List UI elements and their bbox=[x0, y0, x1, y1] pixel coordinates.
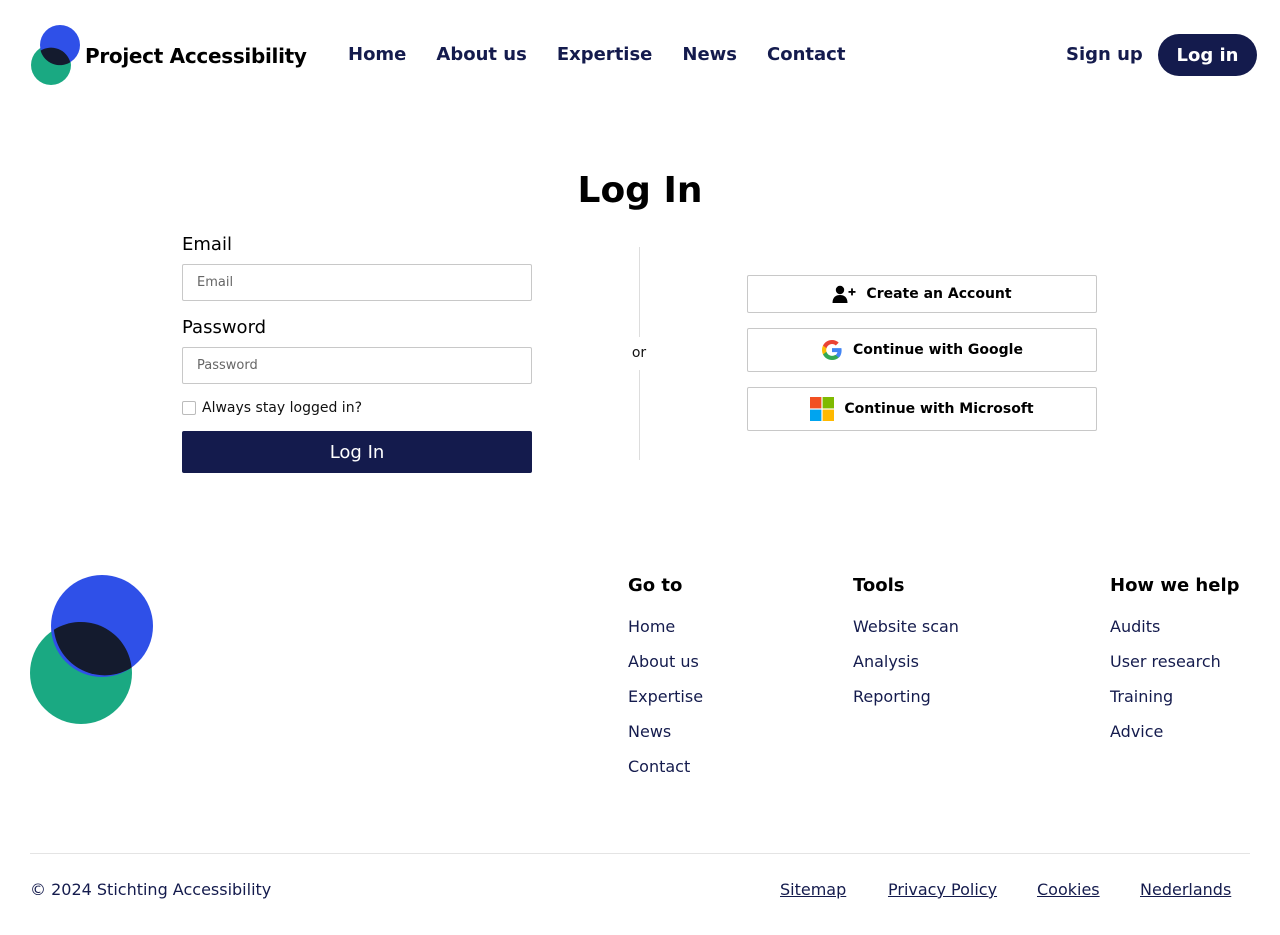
email-label: Email bbox=[182, 234, 232, 255]
microsoft-label: Continue with Microsoft bbox=[844, 401, 1034, 417]
password-label: Password bbox=[182, 317, 267, 338]
footer-link-contact[interactable]: Contact bbox=[628, 757, 703, 792]
nav-expertise[interactable]: Expertise bbox=[557, 44, 653, 65]
login-form: Email Password Always stay logged in? Lo… bbox=[182, 234, 532, 473]
user-plus-icon bbox=[832, 284, 856, 304]
google-label: Continue with Google bbox=[853, 342, 1023, 358]
logo-mark-icon bbox=[30, 25, 82, 85]
footer-link-advice[interactable]: Advice bbox=[1110, 722, 1240, 757]
footer-column-tools: Tools Website scan Analysis Reporting bbox=[853, 575, 959, 722]
logo-text[interactable]: Project Accessibility bbox=[85, 44, 307, 68]
footer-link-about-us[interactable]: About us bbox=[628, 652, 703, 687]
footer-link-audits[interactable]: Audits bbox=[1110, 617, 1240, 652]
footer-link-home[interactable]: Home bbox=[628, 617, 703, 652]
sign-up-link[interactable]: Sign up bbox=[1066, 44, 1143, 65]
create-account-button[interactable]: Create an Account bbox=[747, 275, 1097, 313]
footer-link-training[interactable]: Training bbox=[1110, 687, 1240, 722]
log-in-submit-button[interactable]: Log In bbox=[182, 431, 532, 473]
or-separator: or bbox=[631, 345, 647, 361]
divider-line-top bbox=[639, 247, 640, 337]
sitemap-link[interactable]: Sitemap bbox=[780, 880, 846, 899]
footer-link-user-research[interactable]: User research bbox=[1110, 652, 1240, 687]
footer-link-reporting[interactable]: Reporting bbox=[853, 687, 959, 722]
footer-column-how-we-help: How we help Audits User research Trainin… bbox=[1110, 575, 1240, 757]
site-logo[interactable] bbox=[30, 25, 82, 85]
footer-link-expertise[interactable]: Expertise bbox=[628, 687, 703, 722]
remember-me-checkbox[interactable] bbox=[182, 401, 196, 415]
copyright-text: © 2024 Stichting Accessibility bbox=[30, 880, 272, 899]
footer-link-website-scan[interactable]: Website scan bbox=[853, 617, 959, 652]
divider-line-bottom bbox=[639, 370, 640, 460]
google-g-icon bbox=[821, 339, 843, 361]
privacy-policy-link[interactable]: Privacy Policy bbox=[888, 880, 997, 899]
cookies-link[interactable]: Cookies bbox=[1037, 880, 1100, 899]
footer-link-news[interactable]: News bbox=[628, 722, 703, 757]
nav-home[interactable]: Home bbox=[348, 44, 406, 65]
footer-heading-how-we-help: How we help bbox=[1110, 575, 1240, 596]
nav-contact[interactable]: Contact bbox=[767, 44, 845, 65]
continue-with-google-button[interactable]: Continue with Google bbox=[747, 328, 1097, 372]
footer-logo-icon bbox=[30, 575, 155, 725]
email-field[interactable] bbox=[182, 264, 532, 301]
footer-column-go-to: Go to Home About us Expertise News Conta… bbox=[628, 575, 703, 792]
header-log-in-button[interactable]: Log in bbox=[1158, 34, 1257, 76]
main-nav: Home About us Expertise News Contact bbox=[348, 44, 875, 65]
page-title: Log In bbox=[577, 170, 703, 211]
remember-me-label[interactable]: Always stay logged in? bbox=[202, 400, 362, 416]
password-field[interactable] bbox=[182, 347, 532, 384]
microsoft-logo-icon bbox=[810, 397, 835, 421]
language-nederlands-link[interactable]: Nederlands bbox=[1140, 880, 1231, 899]
continue-with-microsoft-button[interactable]: Continue with Microsoft bbox=[747, 387, 1097, 431]
footer-link-analysis[interactable]: Analysis bbox=[853, 652, 959, 687]
nav-about-us[interactable]: About us bbox=[436, 44, 526, 65]
nav-news[interactable]: News bbox=[682, 44, 737, 65]
footer-divider bbox=[30, 853, 1250, 854]
footer-heading-go-to: Go to bbox=[628, 575, 683, 596]
remember-me-row: Always stay logged in? bbox=[182, 400, 532, 416]
footer-heading-tools: Tools bbox=[853, 575, 905, 596]
create-account-label: Create an Account bbox=[866, 286, 1012, 302]
